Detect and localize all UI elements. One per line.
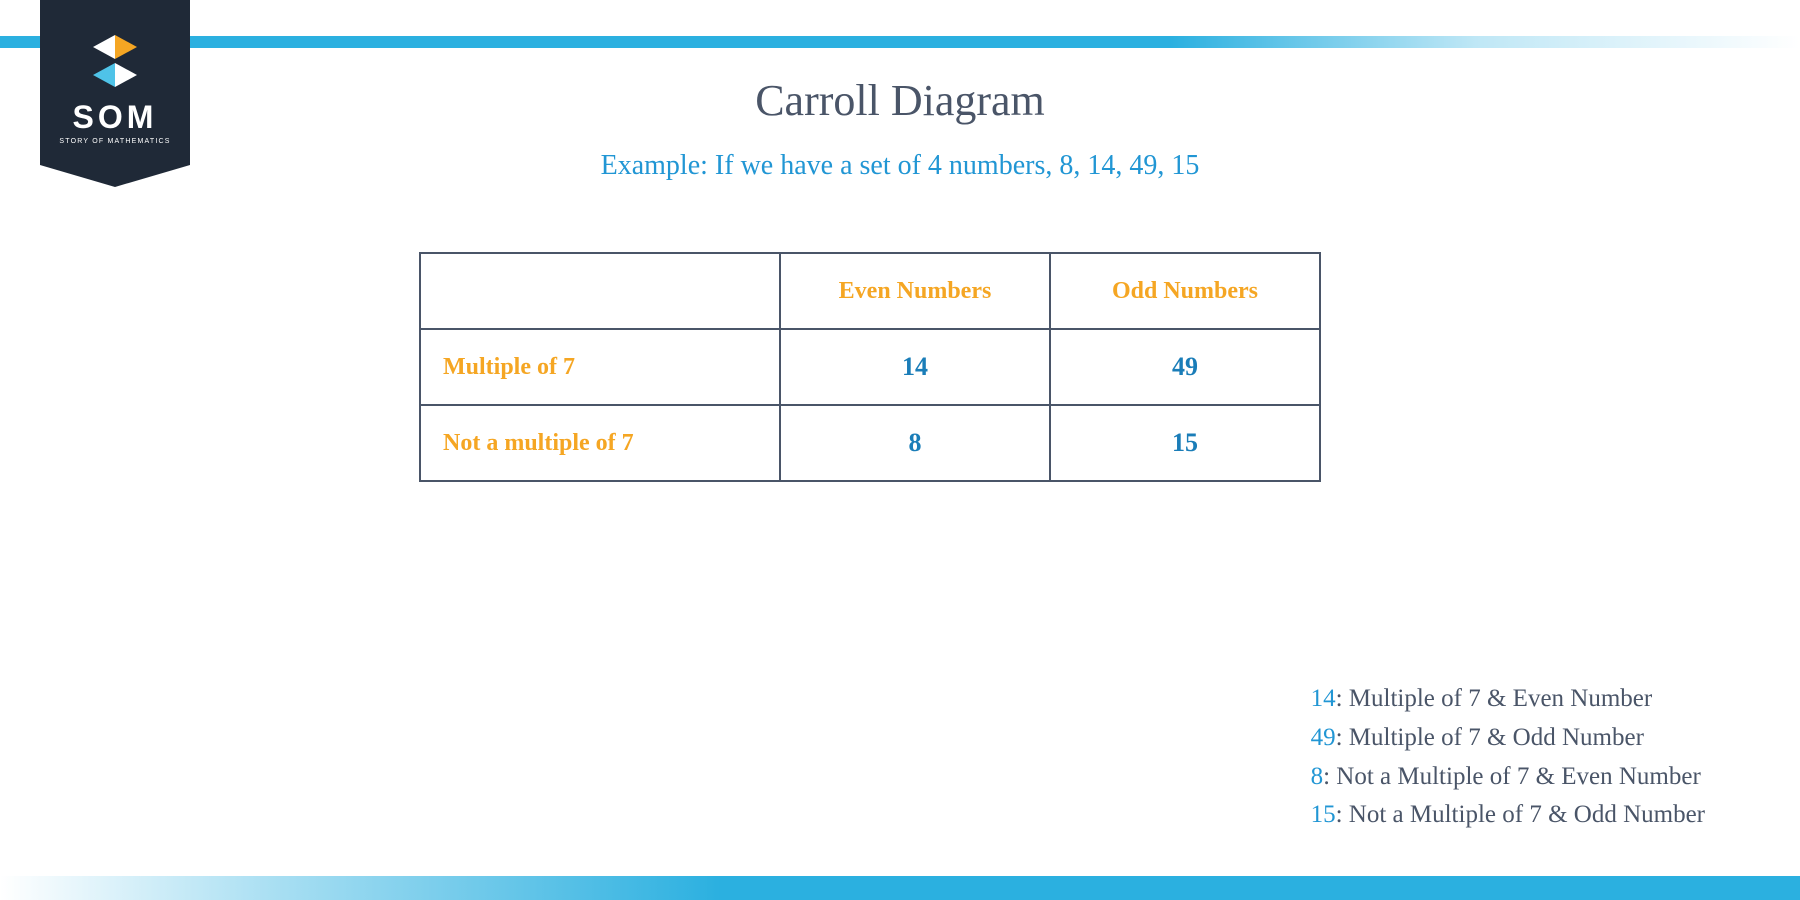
legend-num: 15 — [1311, 801, 1336, 828]
table-row: Not a multiple of 7 8 15 — [420, 405, 1320, 481]
legend-desc: : Not a Multiple of 7 & Even Number — [1323, 763, 1701, 790]
cell-odd-not-multiple: 15 — [1050, 405, 1320, 481]
row-header-multiple: Multiple of 7 — [420, 329, 780, 405]
table-corner-cell — [420, 253, 780, 329]
main-content: Carroll Diagram Example: If we have a se… — [0, 75, 1800, 482]
legend-item: 49: Multiple of 7 & Odd Number — [1311, 719, 1705, 758]
table-header-row: Even Numbers Odd Numbers — [420, 253, 1320, 329]
legend-desc: : Multiple of 7 & Odd Number — [1336, 724, 1644, 751]
legend-desc: : Multiple of 7 & Even Number — [1336, 685, 1653, 712]
cell-odd-multiple: 49 — [1050, 329, 1320, 405]
legend: 14: Multiple of 7 & Even Number 49: Mult… — [1311, 680, 1705, 835]
cell-even-not-multiple: 8 — [780, 405, 1050, 481]
legend-desc: : Not a Multiple of 7 & Odd Number — [1336, 801, 1705, 828]
example-subtitle: Example: If we have a set of 4 numbers, … — [601, 150, 1200, 182]
legend-item: 8: Not a Multiple of 7 & Even Number — [1311, 758, 1705, 797]
legend-num: 14 — [1311, 685, 1336, 712]
col-header-odd: Odd Numbers — [1050, 253, 1320, 329]
legend-num: 8 — [1311, 763, 1324, 790]
legend-num: 49 — [1311, 724, 1336, 751]
table-row: Multiple of 7 14 49 — [420, 329, 1320, 405]
col-header-even: Even Numbers — [780, 253, 1050, 329]
bottom-accent-bar — [0, 876, 1800, 900]
page-title: Carroll Diagram — [755, 75, 1045, 126]
cell-even-multiple: 14 — [780, 329, 1050, 405]
legend-item: 14: Multiple of 7 & Even Number — [1311, 680, 1705, 719]
carroll-table: Even Numbers Odd Numbers Multiple of 7 1… — [419, 252, 1321, 482]
top-accent-bar — [0, 36, 1800, 48]
legend-item: 15: Not a Multiple of 7 & Odd Number — [1311, 796, 1705, 835]
row-header-not-multiple: Not a multiple of 7 — [420, 405, 780, 481]
